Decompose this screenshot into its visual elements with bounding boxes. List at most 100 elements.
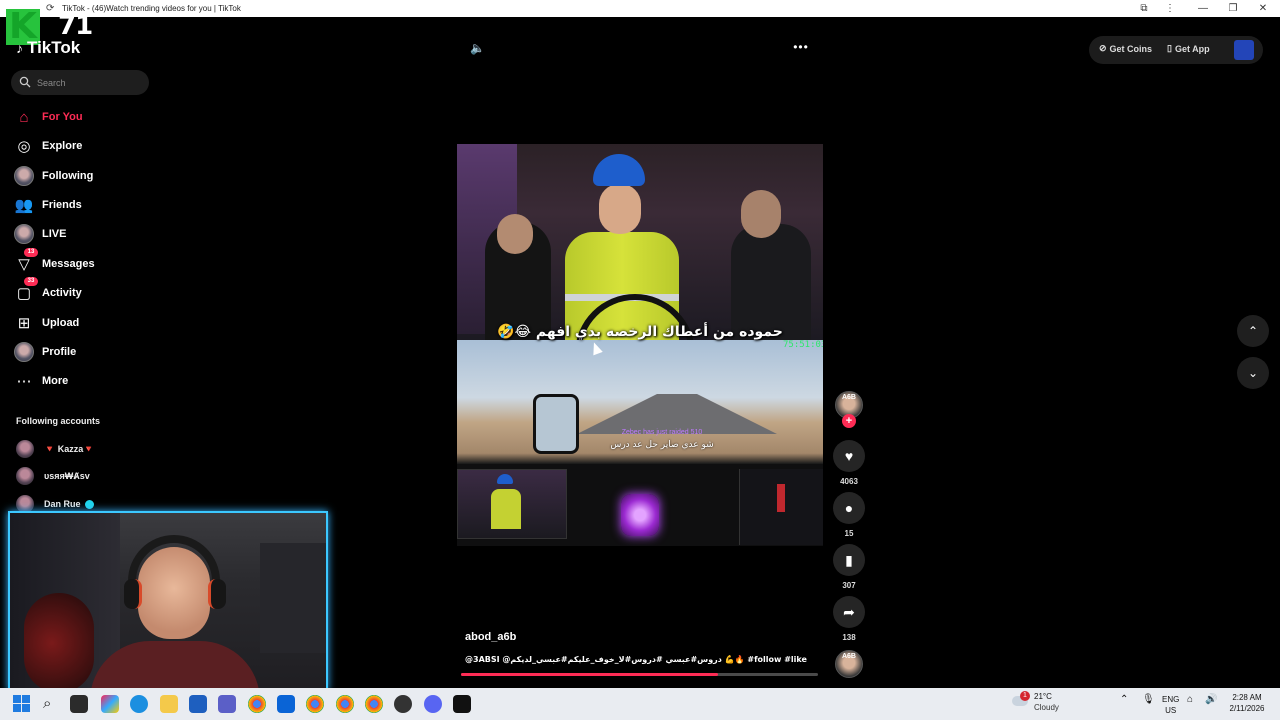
phone-icon: ▯ xyxy=(1167,43,1172,53)
microphone-icon[interactable]: 🎙 xyxy=(1142,694,1155,705)
nav-activity[interactable]: ▢ 33 Activity xyxy=(14,277,164,304)
nav-more[interactable]: ⋯ More xyxy=(14,370,164,392)
teams-icon[interactable] xyxy=(218,695,236,713)
video-mirror xyxy=(533,394,579,454)
search-input[interactable] xyxy=(37,75,142,90)
minimize-button[interactable]: — xyxy=(1196,2,1210,15)
tiktok-logo-text: TikTok xyxy=(27,38,81,57)
get-app-button[interactable]: ▯ Get App xyxy=(1167,43,1210,54)
video-caption: حموده من أعطاك الرخصه بدي افهم 😂🤣 xyxy=(497,324,783,340)
following-account[interactable]: ᴜsᴙᴙ₩Ⱥsᴠ xyxy=(16,466,176,486)
language-indicator[interactable]: ENG US xyxy=(1162,694,1179,716)
lang-bottom: US xyxy=(1165,706,1177,715)
video-pip-helmet xyxy=(497,474,513,484)
nav-for-you[interactable]: ⌂ For You xyxy=(14,106,164,128)
video-progress-fill xyxy=(461,673,719,676)
coin-icon: ⊘ xyxy=(1099,43,1107,53)
nav-explore[interactable]: ◎ Explore xyxy=(14,135,164,157)
speaker-icon[interactable]: 🔊 xyxy=(1205,694,1217,705)
share-button[interactable]: ➦ xyxy=(833,596,865,628)
chrome-profile-2-icon[interactable] xyxy=(336,695,354,713)
next-creator-avatar[interactable]: A6B xyxy=(835,650,863,678)
nav-following[interactable]: Following xyxy=(14,165,164,187)
outlook-icon[interactable] xyxy=(277,695,295,713)
chrome-profile-3-icon[interactable] xyxy=(365,695,383,713)
nav-upload[interactable]: ⊞ Upload xyxy=(14,312,164,334)
avatar xyxy=(16,467,34,485)
lang-top: ENG xyxy=(1162,695,1180,704)
video-more-icon[interactable]: ••• xyxy=(792,40,810,56)
store-icon[interactable] xyxy=(189,695,207,713)
discord-icon[interactable] xyxy=(424,695,442,713)
comment-button[interactable]: ● xyxy=(833,492,865,524)
nav-label: Activity xyxy=(42,287,82,299)
video-chat-flag xyxy=(777,484,785,512)
video-sub-line-1: Zebec has just raided 510 xyxy=(621,429,703,436)
account-name: Dan Rue xyxy=(44,499,94,510)
tiktok-logo[interactable]: ♪ TikTok xyxy=(16,38,80,58)
upload-icon: ⊞ xyxy=(17,315,31,332)
video-person-face xyxy=(599,184,641,234)
nav-label: Explore xyxy=(42,140,83,152)
tray-chevron-icon[interactable]: ⌃ xyxy=(1120,694,1128,705)
home-icon: ⌂ xyxy=(19,108,29,126)
profile-avatar xyxy=(14,342,34,362)
webcam-chair xyxy=(24,593,94,689)
clock-date: 2/11/2026 xyxy=(1229,704,1265,713)
video-progress-bar[interactable] xyxy=(461,673,818,676)
search-bar[interactable] xyxy=(11,70,149,95)
webcam-shelf xyxy=(260,543,326,653)
video-pip-person xyxy=(491,489,521,529)
user-avatar[interactable] xyxy=(1234,40,1254,60)
windows-start-icon[interactable] xyxy=(13,695,30,712)
nav-friends[interactable]: 👥 Friends xyxy=(14,194,164,216)
kebab-menu-icon[interactable]: ⋮ xyxy=(1163,2,1177,15)
windows-taskbar: ⌕ xyxy=(0,688,1280,720)
nav-label: Following xyxy=(42,170,94,182)
following-account[interactable]: 🔻 Kazza🔻 xyxy=(16,439,176,459)
taskbar-clock[interactable]: 2:28 AM 2/11/2026 xyxy=(1222,692,1272,714)
video-person-right xyxy=(731,224,811,340)
task-view-icon[interactable] xyxy=(70,695,88,713)
file-explorer-icon[interactable] xyxy=(160,695,178,713)
tiktok-taskbar-icon[interactable] xyxy=(453,695,471,713)
chrome-icon[interactable] xyxy=(248,695,266,713)
video-player[interactable]: حموده من أعطاك الرخصه بدي افهم 😂🤣 75:51:… xyxy=(457,144,823,546)
chrome-profile-icon[interactable] xyxy=(306,695,324,713)
next-video-button[interactable]: ⌄ xyxy=(1237,357,1269,389)
nav-label: For You xyxy=(42,111,83,123)
nav-label: LIVE xyxy=(42,228,67,240)
verified-icon xyxy=(84,500,94,510)
copilot-icon[interactable] xyxy=(101,695,119,713)
network-icon[interactable]: ⌂ xyxy=(1187,694,1193,705)
video-author[interactable]: abod_a6b xyxy=(465,631,516,643)
like-button[interactable]: ♥ xyxy=(833,440,865,472)
weather-temp: 21°C xyxy=(1034,692,1052,701)
activity-icon: ▢ 33 xyxy=(14,277,38,303)
compass-icon: ◎ xyxy=(17,138,31,155)
taskbar-search-icon[interactable]: ⌕ xyxy=(43,695,51,712)
edge-icon[interactable] xyxy=(130,695,148,713)
nav-messages[interactable]: ▽ 13 Messages xyxy=(14,248,164,275)
account-name: 🔻 Kazza🔻 xyxy=(44,443,95,454)
nav-profile[interactable]: Profile xyxy=(14,341,164,363)
messages-badge: 13 xyxy=(24,248,38,257)
nav-live[interactable]: LIVE xyxy=(14,223,164,245)
get-app-label: Get App xyxy=(1174,43,1210,54)
bookmark-icon: ▮ xyxy=(845,552,853,568)
nav-label: More xyxy=(42,375,69,387)
headset-earcup-right xyxy=(208,579,226,609)
previous-video-button[interactable]: ⌃ xyxy=(1237,315,1269,347)
close-button[interactable]: ✕ xyxy=(1256,2,1270,15)
restore-button[interactable]: ❐ xyxy=(1226,2,1240,15)
follow-plus-icon[interactable]: + xyxy=(842,414,856,428)
nav-label: Friends xyxy=(42,199,82,211)
save-button[interactable]: ▮ xyxy=(833,544,865,576)
avatar xyxy=(16,440,34,458)
get-coins-button[interactable]: ⊘ Get Coins xyxy=(1099,43,1152,54)
volume-icon[interactable]: 🔈 xyxy=(470,41,486,57)
obs-icon[interactable] xyxy=(394,695,412,713)
extensions-icon[interactable]: ⧉ xyxy=(1137,2,1151,15)
nav-label: Messages xyxy=(42,258,95,270)
following-accounts-title: Following accounts xyxy=(16,416,101,426)
